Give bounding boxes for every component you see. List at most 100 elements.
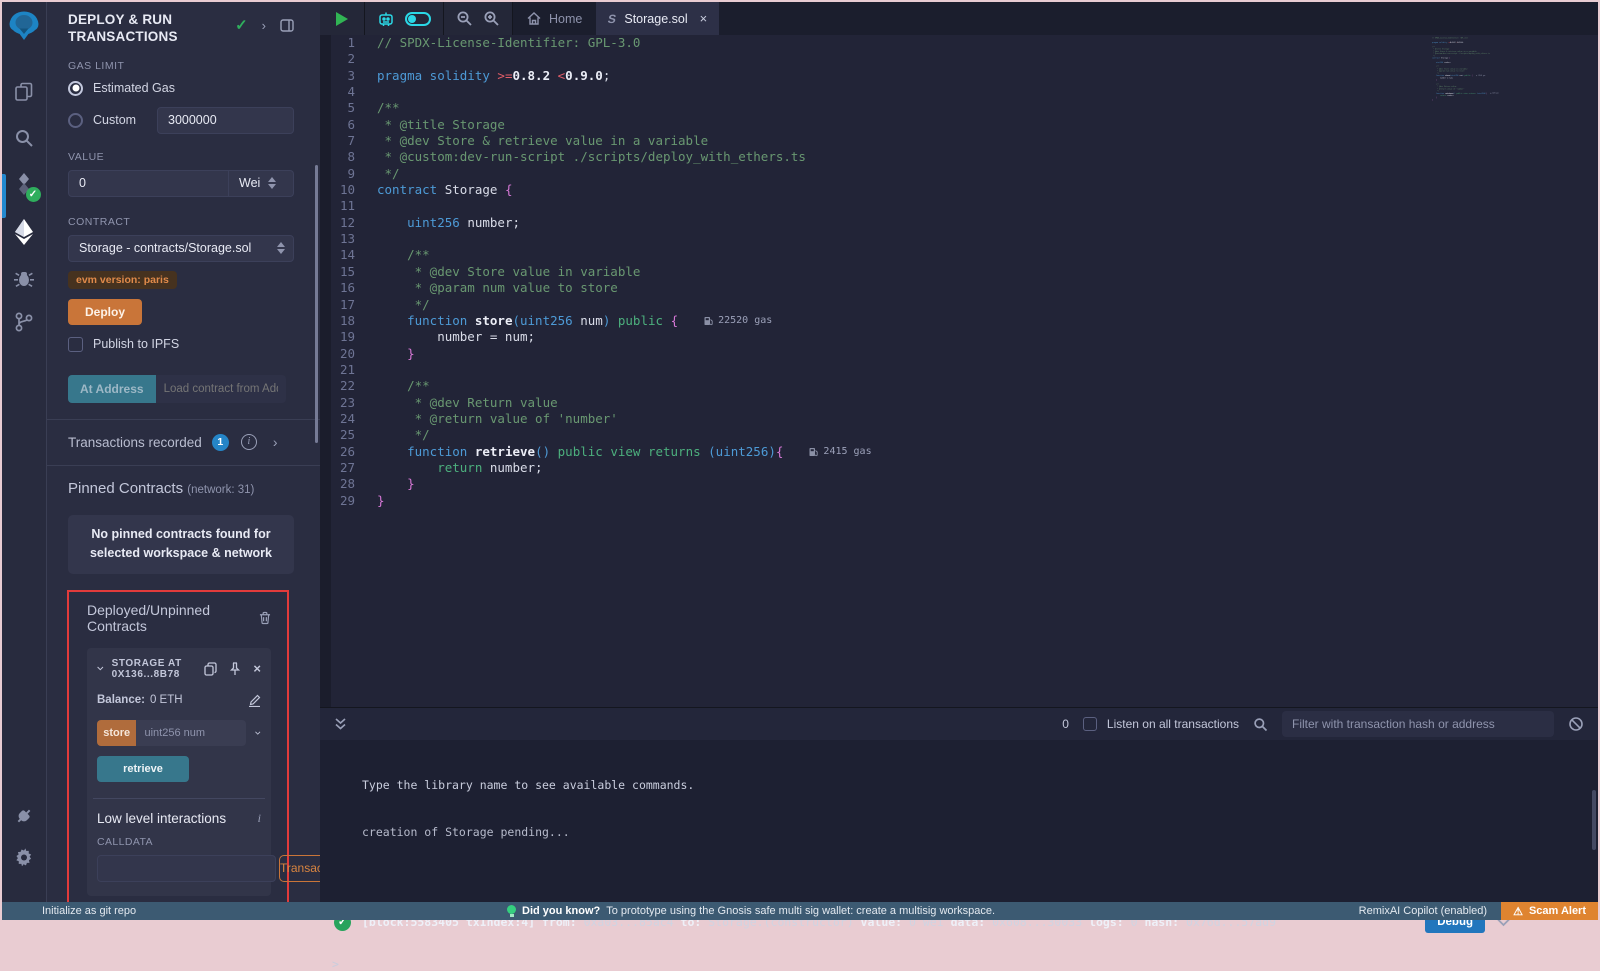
estimated-gas-label: Estimated Gas [93, 81, 175, 95]
tab-home[interactable]: Home [513, 2, 596, 35]
plugin-manager-icon[interactable] [2, 796, 47, 836]
copilot-status-label[interactable]: RemixAI Copilot (enabled) [1359, 905, 1487, 917]
code-line[interactable]: 2 [320, 51, 1598, 67]
balance-value: 0 ETH [150, 694, 183, 706]
panel-chevron-right-icon[interactable]: › [262, 18, 266, 33]
copy-address-icon[interactable] [204, 662, 217, 676]
warning-icon: ⚠ [1513, 905, 1523, 918]
git-init-button[interactable]: Initialize as git repo [2, 905, 136, 917]
code-line[interactable]: 20 } [320, 346, 1598, 362]
value-input[interactable] [68, 170, 229, 197]
code-line[interactable]: 3pragma solidity >=0.8.2 <0.9.0; [320, 68, 1598, 84]
code-line[interactable]: 17 */ [320, 297, 1598, 313]
pin-contract-icon[interactable] [229, 662, 241, 676]
code-line[interactable]: 11 [320, 198, 1598, 214]
value-unit-label: Wei [239, 176, 260, 190]
code-line[interactable]: 29} [1432, 99, 1510, 101]
code-line[interactable]: 21 [320, 362, 1598, 378]
low-level-info-icon[interactable]: i [258, 811, 261, 826]
code-line[interactable]: 7 * @dev Store & retrieve value in a var… [320, 133, 1598, 149]
terminal-filter-input[interactable] [1282, 711, 1554, 737]
panel-scrollbar[interactable] [315, 165, 318, 443]
code-line[interactable]: 1// SPDX-License-Identifier: GPL-3.0 [320, 35, 1598, 51]
calldata-input[interactable] [97, 855, 276, 882]
code-line[interactable]: 23 * @dev Return value [320, 395, 1598, 411]
code-line[interactable]: 28 } [320, 476, 1598, 492]
code-line[interactable]: 15 * @dev Store value in variable [320, 264, 1598, 280]
code-line[interactable]: 9 */ [320, 166, 1598, 182]
code-line[interactable]: 14 /** [320, 247, 1598, 263]
code-line[interactable]: 26 function retrieve() public view retur… [320, 444, 1598, 460]
tab-close-icon[interactable]: × [700, 11, 708, 26]
custom-gas-input[interactable] [157, 107, 294, 134]
lightbulb-icon [507, 905, 516, 917]
code-line[interactable]: 25 */ [320, 427, 1598, 443]
code-line[interactable]: 22 /** [320, 378, 1598, 394]
deploy-run-panel: DEPLOY & RUN TRANSACTIONS ✓ › GAS LIMIT … [47, 2, 320, 902]
solidity-compiler-icon[interactable]: ✓ [2, 164, 47, 204]
code-line[interactable]: 10contract Storage { [320, 182, 1598, 198]
search-icon[interactable] [2, 118, 47, 158]
retrieve-function-button[interactable]: retrieve [97, 756, 189, 782]
zoom-out-icon[interactable] [456, 10, 473, 27]
code-line[interactable]: 18 function store(uint256 num) public {2… [320, 313, 1598, 329]
collapse-terminal-icon[interactable] [334, 717, 347, 731]
contract-instance-card: STORAGE AT 0X136...8B78 × Balance: 0 ETH [87, 648, 271, 896]
edit-balance-icon[interactable] [248, 694, 261, 707]
settings-gear-icon[interactable] [2, 836, 47, 876]
remove-instance-icon[interactable]: × [253, 661, 261, 676]
clear-console-ban-icon[interactable] [1568, 716, 1584, 732]
transact-button[interactable]: Transact [279, 855, 320, 882]
store-function-button[interactable]: store [97, 720, 136, 746]
deploy-run-icon[interactable] [2, 210, 47, 254]
solidity-file-icon: S [607, 12, 618, 26]
deploy-button[interactable]: Deploy [68, 299, 142, 325]
publish-ipfs-checkbox[interactable] [68, 337, 83, 352]
tip-text: To prototype using the Gnosis safe multi… [606, 905, 995, 917]
remix-logo-icon[interactable] [2, 2, 47, 50]
editor-minimap[interactable]: 1// SPDX-License-Identifier: GPL-3.023pr… [1432, 37, 1510, 137]
pin-panel-icon[interactable] [280, 19, 294, 32]
copilot-toggle[interactable] [405, 12, 431, 26]
custom-gas-radio[interactable] [68, 113, 83, 128]
code-editor[interactable]: 1// SPDX-License-Identifier: GPL-3.023pr… [320, 35, 1598, 707]
tab-storage-sol[interactable]: S Storage.sol × [596, 2, 719, 35]
terminal[interactable]: Type the library name to see available c… [320, 740, 1598, 902]
transactions-info-icon[interactable]: i [241, 434, 257, 450]
at-address-button[interactable]: At Address [68, 375, 156, 403]
code-line[interactable]: 29} [320, 493, 1598, 509]
code-line[interactable]: 5/** [320, 100, 1598, 116]
code-line[interactable]: 4 [320, 84, 1598, 100]
code-line[interactable]: 16 * @param num value to store [320, 280, 1598, 296]
scam-alert-button[interactable]: ⚠ Scam Alert [1501, 902, 1598, 920]
estimated-gas-radio[interactable] [68, 81, 83, 96]
zoom-in-icon[interactable] [483, 10, 500, 27]
ai-copilot-robot-icon[interactable] [377, 10, 395, 28]
code-line[interactable]: 19 number = num; [320, 329, 1598, 345]
run-script-icon[interactable] [336, 12, 348, 26]
terminal-scrollbar[interactable] [1592, 790, 1596, 850]
value-unit-select[interactable]: Wei [229, 170, 294, 197]
code-line[interactable]: 27 return number; [320, 460, 1598, 476]
clear-instances-trash-icon[interactable] [259, 611, 271, 625]
terminal-search-icon[interactable] [1253, 717, 1268, 732]
at-address-input[interactable] [156, 375, 286, 403]
store-param-input[interactable] [136, 720, 246, 746]
code-line[interactable]: 12 uint256 number; [320, 215, 1598, 231]
balance-label: Balance: [97, 694, 145, 706]
unit-stepper-icon[interactable] [268, 177, 276, 189]
expand-params-icon[interactable] [255, 729, 261, 737]
code-line[interactable]: 8 * @custom:dev-run-script ./scripts/dep… [320, 149, 1598, 165]
file-explorer-icon[interactable] [2, 72, 47, 112]
contract-selected-value: Storage - contracts/Storage.sol [79, 241, 251, 255]
code-line[interactable]: 13 [320, 231, 1598, 247]
listen-all-checkbox[interactable] [1083, 717, 1097, 731]
instance-collapse-icon[interactable] [97, 665, 104, 672]
debugger-icon[interactable] [2, 258, 47, 298]
code-line[interactable]: 6 * @title Storage [320, 117, 1598, 133]
git-plugin-icon[interactable] [2, 302, 47, 342]
transactions-expand-icon[interactable]: › [273, 434, 278, 450]
terminal-prompt[interactable]: > [320, 941, 1598, 971]
code-line[interactable]: 24 * @return value of 'number' [320, 411, 1598, 427]
contract-select[interactable]: Storage - contracts/Storage.sol [68, 235, 294, 262]
